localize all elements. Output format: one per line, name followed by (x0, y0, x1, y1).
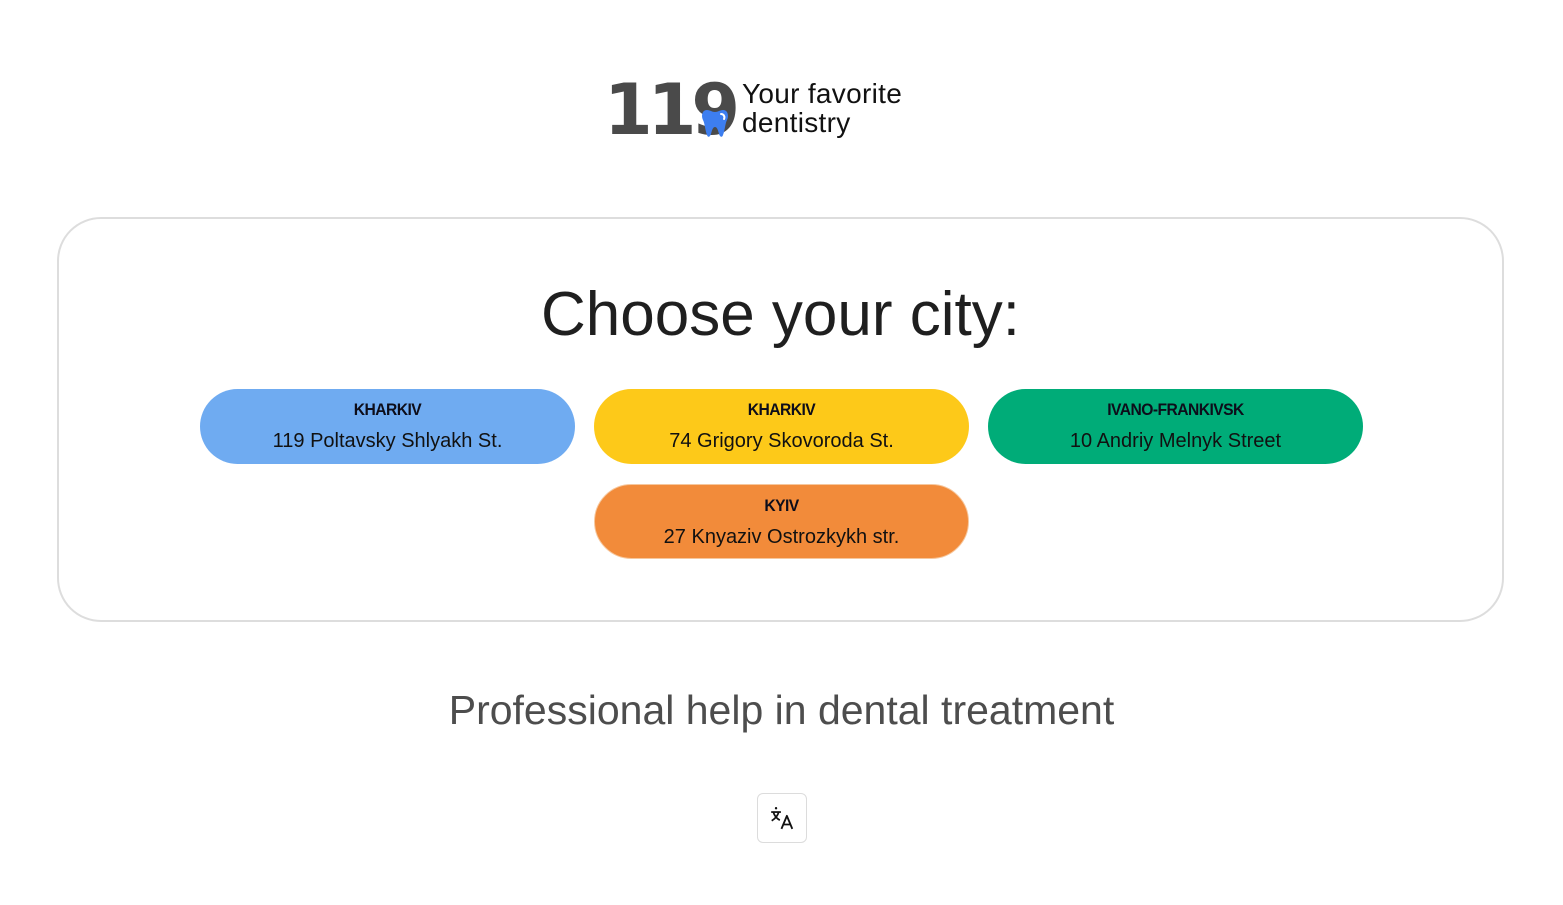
logo-tagline-line2: dentistry (742, 107, 851, 138)
city-address: 119 Poltavsky Shlyakh St. (272, 430, 503, 452)
city-selector-title: Choose your city: (541, 280, 1020, 349)
language-button[interactable] (757, 793, 807, 843)
city-address: 74 Grigory Skovoroda St. (669, 430, 894, 452)
city-address: 27 Knyaziv Ostrozkykh str. (663, 526, 900, 548)
footer-tagline: Professional help in dental treatment (448, 687, 1115, 733)
city-address: 10 Andriy Melnyk Street (1069, 430, 1282, 452)
logo-tagline: Your favorite dentistry (742, 79, 902, 137)
translate-icon (771, 807, 794, 830)
city-name: KHARKIV (353, 400, 422, 419)
logo-link[interactable]: 119 Your favorite dentistry (604, 72, 934, 148)
city-button-kyiv[interactable]: KYIV 27 Knyaziv Ostrozkykh str. (594, 484, 969, 559)
page: 119 Your favorite dentistry Choose your … (0, 0, 1563, 905)
city-name: KHARKIV (747, 400, 816, 419)
city-name: IVANO-FRANKIVSK (1107, 400, 1244, 419)
logo-tagline-line1: Your favorite (742, 78, 903, 109)
city-button-kharkiv-poltavsky[interactable]: KHARKIV 119 Poltavsky Shlyakh St. (200, 389, 575, 464)
city-button-ivano-frankivsk[interactable]: IVANO-FRANKIVSK 10 Andriy Melnyk Street (988, 389, 1363, 464)
city-button-kharkiv-skovoroda[interactable]: KHARKIV 74 Grigory Skovoroda St. (594, 389, 969, 464)
city-name: KYIV (764, 496, 799, 515)
city-selector-panel: Choose your city: KHARKIV 119 Poltavsky … (57, 217, 1504, 622)
tooth-icon (702, 110, 728, 137)
